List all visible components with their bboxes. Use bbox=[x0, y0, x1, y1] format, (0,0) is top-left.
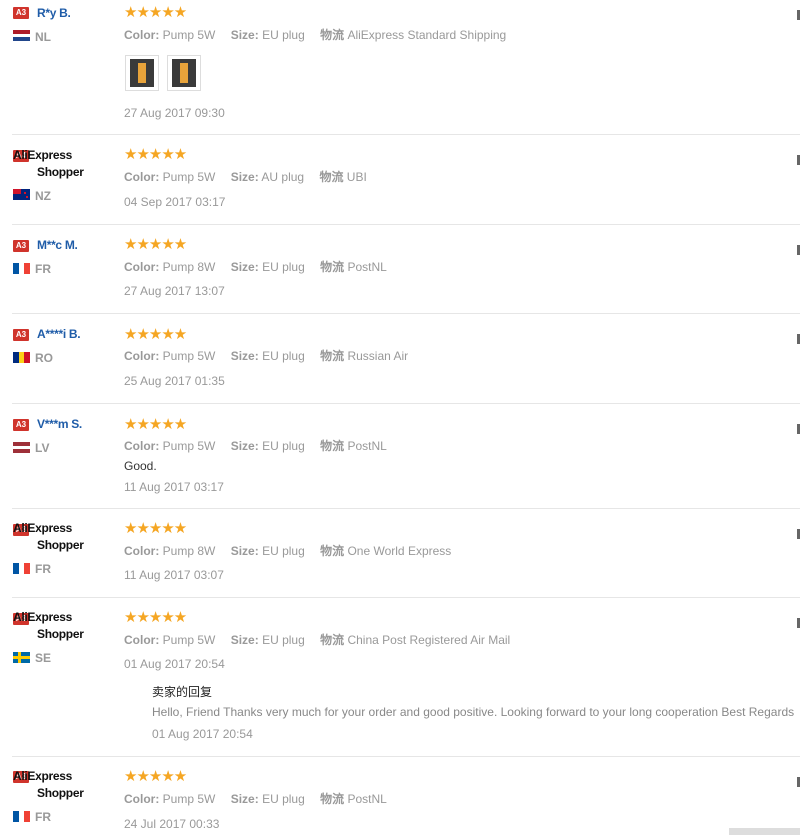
order-info: Color: Pump 5W Size: EU plug 物流 PostNL bbox=[124, 792, 387, 806]
order-info: Color: Pump 5W Size: EU plug 物流 Russian … bbox=[124, 349, 409, 363]
buyer-name: AliExpress Shopper bbox=[13, 610, 84, 641]
review-date: 11 Aug 2017 03:07 bbox=[124, 568, 224, 582]
horizontal-scrollbar[interactable] bbox=[729, 828, 800, 835]
order-info: Color: Pump 5W Size: EU plug 物流 China Po… bbox=[124, 633, 511, 647]
review-date: 27 Aug 2017 13:07 bbox=[124, 284, 225, 298]
review-item: A3 R*y B. NL ★★★★★ Color: Pump 5W Size: … bbox=[0, 0, 800, 135]
buyer-level-badge: A3 bbox=[13, 7, 29, 19]
review-item: A3 AliExpress Shopper FR ★★★★★ Color: Pu… bbox=[0, 509, 800, 598]
review-item: A3 AliExpress Shopper FR ★★★★★ Color: Pu… bbox=[0, 757, 800, 835]
order-info: Color: Pump 5W Size: EU plug 物流 AliExpre… bbox=[124, 28, 507, 42]
buyer-country: SE bbox=[35, 651, 52, 665]
buyer-country: FR bbox=[35, 810, 51, 824]
buyer-country: FR bbox=[35, 262, 51, 276]
review-item: A3 A****i B. RO ★★★★★ Color: Pump 5W Siz… bbox=[0, 314, 800, 404]
buyer-country: LV bbox=[35, 441, 50, 455]
review-item: A3 AliExpress Shopper SE ★★★★★ Color: Pu… bbox=[0, 598, 800, 757]
review-date: 27 Aug 2017 09:30 bbox=[124, 106, 225, 120]
buyer-country: FR bbox=[35, 562, 51, 576]
flag-fr-icon bbox=[13, 563, 30, 574]
order-info: Color: Pump 5W Size: AU plug 物流 UBI bbox=[124, 170, 367, 184]
buyer-name: AliExpress Shopper bbox=[13, 148, 84, 179]
buyer-level-badge: A3 bbox=[13, 329, 29, 341]
review-item: A3 V***m S. LV ★★★★★ Color: Pump 5W Size… bbox=[0, 404, 800, 509]
flag-fr-icon bbox=[13, 263, 30, 274]
flag-lv-icon bbox=[13, 442, 30, 453]
review-item: A3 M**c M. FR ★★★★★ Color: Pump 8W Size:… bbox=[0, 225, 800, 314]
flag-se-icon bbox=[13, 652, 30, 663]
star-rating: ★★★★★ bbox=[124, 609, 187, 626]
review-date: 24 Jul 2017 00:33 bbox=[124, 817, 220, 831]
star-rating: ★★★★★ bbox=[124, 520, 187, 537]
review-photo-thumbnail[interactable] bbox=[125, 55, 159, 91]
order-info: Color: Pump 8W Size: EU plug 物流 One Worl… bbox=[124, 544, 452, 558]
star-rating: ★★★★★ bbox=[124, 146, 187, 163]
buyer-country: RO bbox=[35, 351, 53, 365]
flag-ro-icon bbox=[13, 352, 30, 363]
flag-fr-icon bbox=[13, 811, 30, 822]
star-rating: ★★★★★ bbox=[124, 4, 187, 21]
star-rating: ★★★★★ bbox=[124, 416, 187, 433]
review-date: 01 Aug 2017 20:54 bbox=[124, 657, 225, 671]
flag-nl-icon bbox=[13, 30, 30, 41]
order-info: Color: Pump 5W Size: EU plug 物流 PostNL bbox=[124, 439, 387, 453]
star-rating: ★★★★★ bbox=[124, 326, 187, 343]
buyer-name-link[interactable]: R*y B. bbox=[37, 6, 71, 20]
buyer-level-badge: A3 bbox=[13, 419, 29, 431]
star-rating: ★★★★★ bbox=[124, 768, 187, 785]
review-text: Good. bbox=[124, 459, 157, 473]
review-item: A4 AliExpress Shopper NZ ★★★★★ Color: Pu… bbox=[0, 135, 800, 225]
review-photo-thumbnail[interactable] bbox=[167, 55, 201, 91]
seller-reply-date: 01 Aug 2017 20:54 bbox=[152, 727, 253, 741]
review-date: 11 Aug 2017 03:17 bbox=[124, 480, 224, 494]
star-rating: ★★★★★ bbox=[124, 236, 187, 253]
seller-reply-title: 卖家的回复 bbox=[152, 685, 213, 699]
buyer-country: NL bbox=[35, 30, 51, 44]
buyer-country: NZ bbox=[35, 189, 51, 203]
buyer-name: AliExpress Shopper bbox=[13, 769, 84, 800]
buyer-name-link[interactable]: A****i B. bbox=[37, 327, 81, 341]
buyer-level-badge: A3 bbox=[13, 240, 29, 252]
buyer-name-link[interactable]: V***m S. bbox=[37, 417, 82, 431]
flag-nz-icon bbox=[13, 189, 30, 200]
review-date: 25 Aug 2017 01:35 bbox=[124, 374, 225, 388]
buyer-name: AliExpress Shopper bbox=[13, 521, 84, 552]
seller-reply-text: Hello, Friend Thanks very much for your … bbox=[152, 705, 795, 719]
order-info: Color: Pump 8W Size: EU plug 物流 PostNL bbox=[124, 260, 387, 274]
buyer-name-link[interactable]: M**c M. bbox=[37, 238, 78, 252]
review-date: 04 Sep 2017 03:17 bbox=[124, 195, 226, 209]
